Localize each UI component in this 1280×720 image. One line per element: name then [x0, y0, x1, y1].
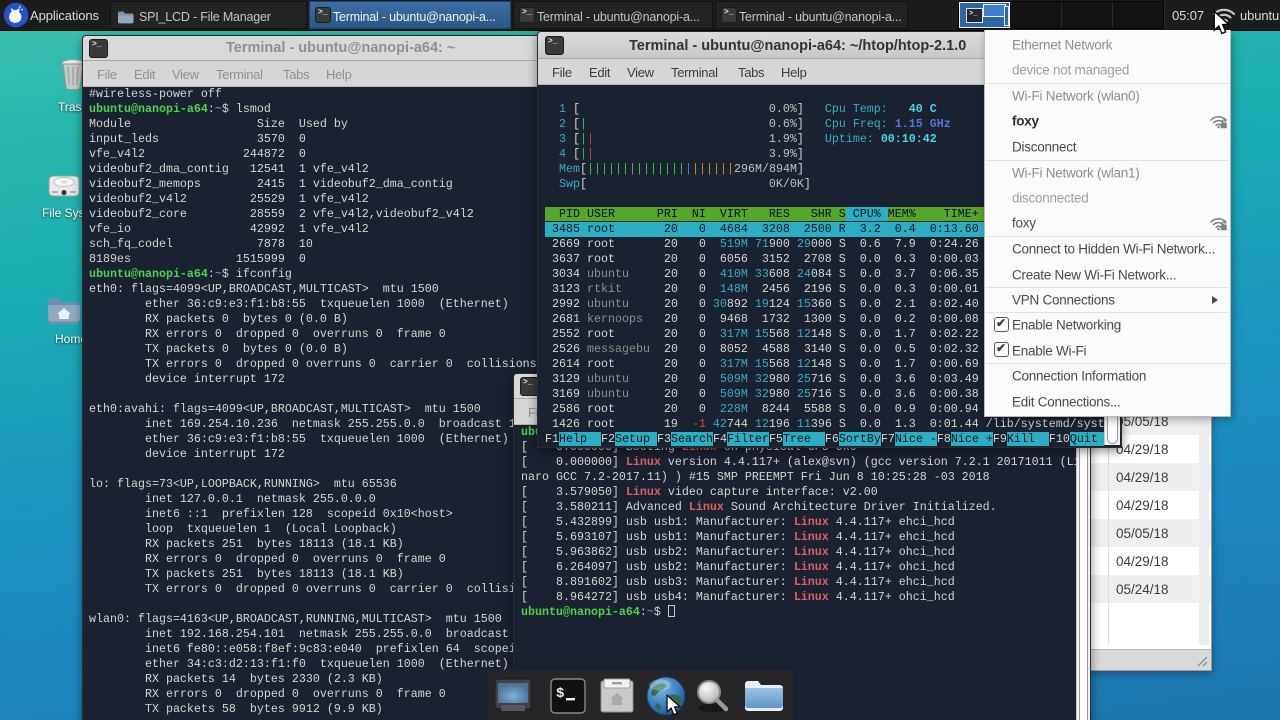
- svg-text:$: $: [556, 686, 564, 702]
